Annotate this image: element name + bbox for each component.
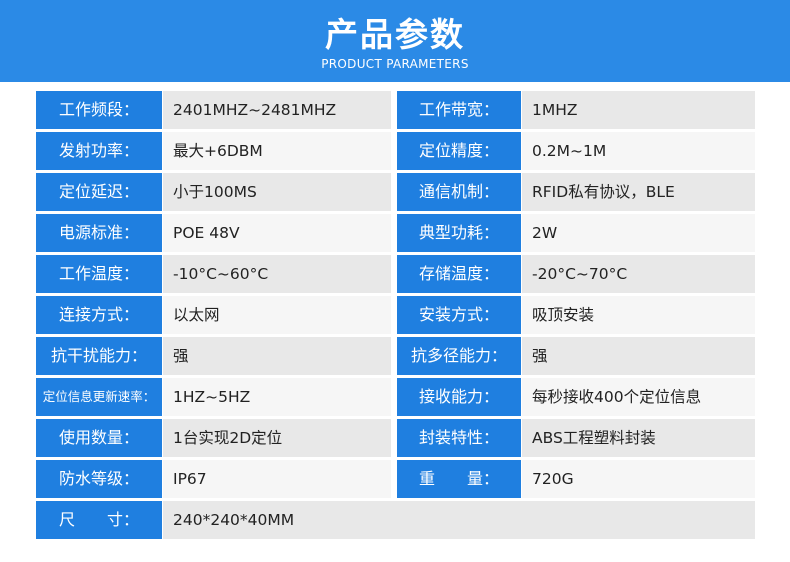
spec-label: 定位精度： (397, 132, 521, 170)
spec-row: 尺 寸： 240*240*40MM (36, 501, 755, 539)
spec-label: 电源标准： (36, 214, 162, 252)
page-subtitle: PRODUCT PARAMETERS (321, 57, 469, 71)
spec-value: 强 (163, 337, 391, 375)
spec-label: 抗干扰能力： (36, 337, 162, 375)
spec-value: -20°C~70°C (522, 255, 755, 293)
spec-label: 定位延迟： (36, 173, 162, 211)
spec-row: 电源标准： POE 48V 典型功耗： 2W (36, 214, 755, 252)
spec-value: -10°C~60°C (163, 255, 391, 293)
spec-label: 工作带宽： (397, 91, 521, 129)
page-title: 产品参数 (325, 15, 465, 54)
spec-label: 通信机制： (397, 173, 521, 211)
spec-value: 0.2M~1M (522, 132, 755, 170)
spec-label: 重 量： (397, 460, 521, 498)
spec-row: 定位延迟： 小于100MS 通信机制： RFID私有协议，BLE (36, 173, 755, 211)
spec-value: 以太网 (163, 296, 391, 334)
spec-label: 使用数量： (36, 419, 162, 457)
spec-value: RFID私有协议，BLE (522, 173, 755, 211)
spec-value: ABS工程塑料封装 (522, 419, 755, 457)
spec-value: 小于100MS (163, 173, 391, 211)
spec-label: 典型功耗： (397, 214, 521, 252)
spec-value: 1MHZ (522, 91, 755, 129)
spec-label: 尺 寸： (36, 501, 162, 539)
spec-value: 最大+6DBM (163, 132, 391, 170)
spec-value: 每秒接收400个定位信息 (522, 378, 755, 416)
spec-row: 抗干扰能力： 强 抗多径能力： 强 (36, 337, 755, 375)
spec-row: 连接方式： 以太网 安装方式： 吸顶安装 (36, 296, 755, 334)
spec-row: 使用数量： 1台实现2D定位 封装特性： ABS工程塑料封装 (36, 419, 755, 457)
spec-label: 抗多径能力： (397, 337, 521, 375)
spec-value: 720G (522, 460, 755, 498)
spec-value: 1HZ~5HZ (163, 378, 391, 416)
spec-label: 存储温度： (397, 255, 521, 293)
spec-label: 发射功率： (36, 132, 162, 170)
spec-row: 定位信息更新速率： 1HZ~5HZ 接收能力： 每秒接收400个定位信息 (36, 378, 755, 416)
header-banner: 产品参数 PRODUCT PARAMETERS (0, 0, 790, 82)
spec-row: 防水等级： IP67 重 量： 720G (36, 460, 755, 498)
spec-label: 连接方式： (36, 296, 162, 334)
spec-value: 强 (522, 337, 755, 375)
spec-label: 防水等级： (36, 460, 162, 498)
spec-value: 吸顶安装 (522, 296, 755, 334)
spec-label: 工作频段： (36, 91, 162, 129)
spec-value: 240*240*40MM (163, 501, 755, 539)
spec-value: POE 48V (163, 214, 391, 252)
spec-label: 封装特性： (397, 419, 521, 457)
spec-label: 工作温度： (36, 255, 162, 293)
spec-value: 1台实现2D定位 (163, 419, 391, 457)
spec-label: 安装方式： (397, 296, 521, 334)
spec-value: 2W (522, 214, 755, 252)
spec-value: 2401MHZ~2481MHZ (163, 91, 391, 129)
spec-value: IP67 (163, 460, 391, 498)
spec-row: 发射功率： 最大+6DBM 定位精度： 0.2M~1M (36, 132, 755, 170)
spec-row: 工作频段： 2401MHZ~2481MHZ 工作带宽： 1MHZ (36, 91, 755, 129)
spec-label: 定位信息更新速率： (36, 378, 162, 416)
spec-row: 工作温度： -10°C~60°C 存储温度： -20°C~70°C (36, 255, 755, 293)
spec-label: 接收能力： (397, 378, 521, 416)
spec-table: 工作频段： 2401MHZ~2481MHZ 工作带宽： 1MHZ 发射功率： 最… (36, 91, 755, 543)
